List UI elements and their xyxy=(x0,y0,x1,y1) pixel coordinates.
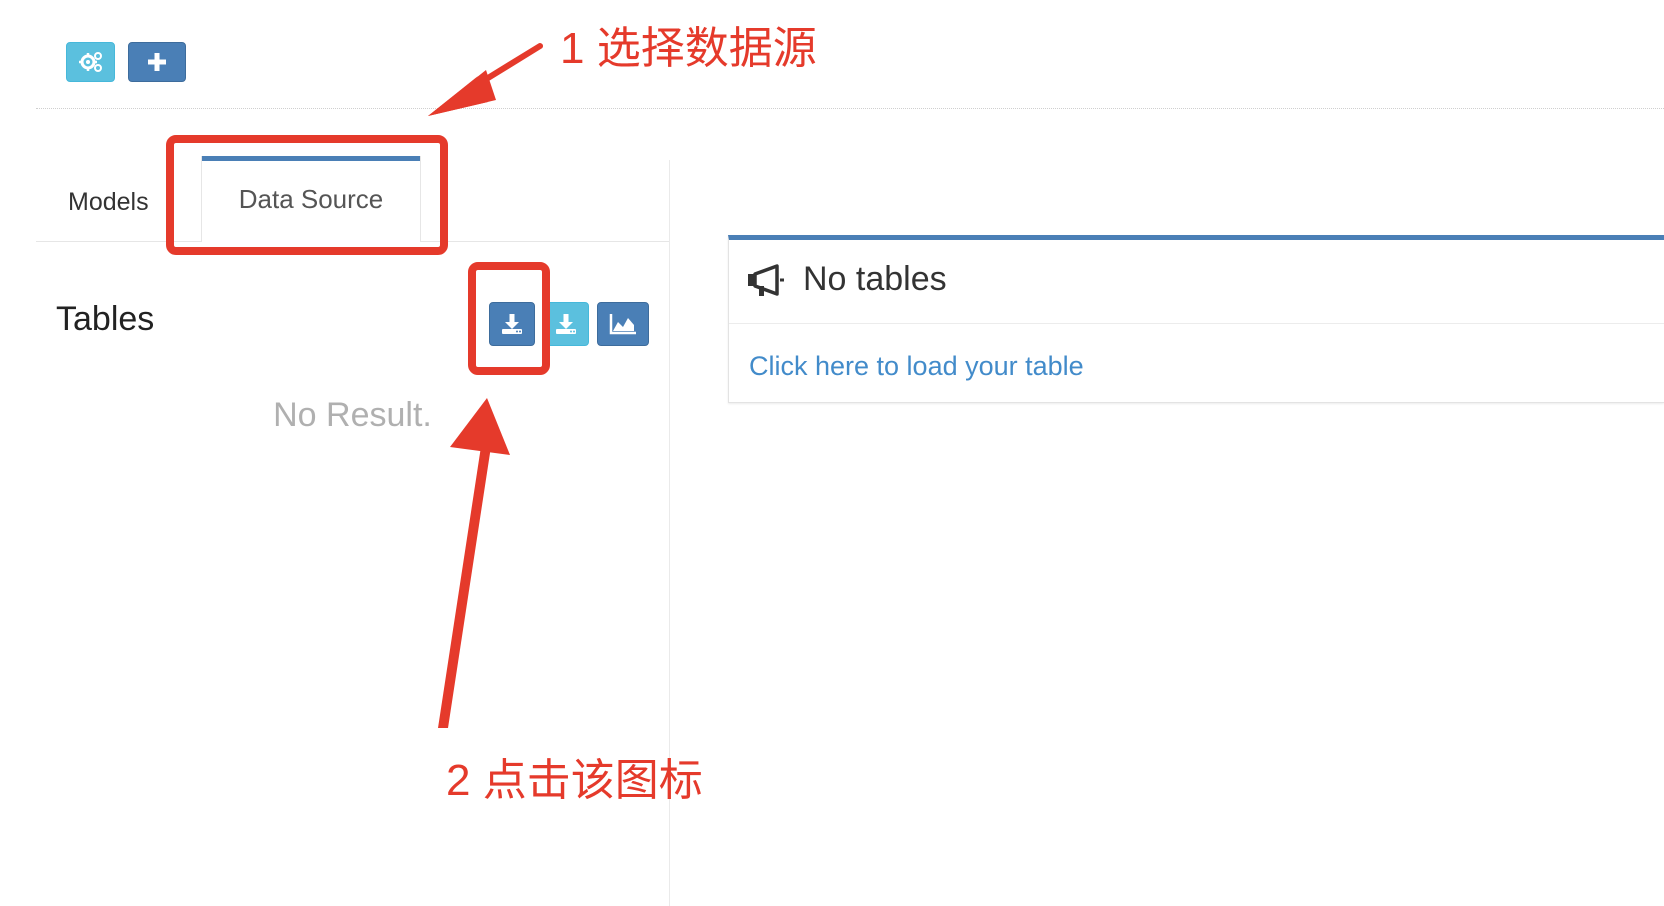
settings-button[interactable] xyxy=(66,42,115,82)
annotation-step-1: 1 选择数据源 xyxy=(560,24,817,73)
tab-models-label: Models xyxy=(68,187,149,216)
no-tables-panel: No tables Click here to load your table xyxy=(728,235,1664,403)
panel-header: No tables xyxy=(729,240,1664,324)
load-table-link[interactable]: Click here to load your table xyxy=(749,351,1084,382)
add-button[interactable] xyxy=(128,42,186,82)
download-icon xyxy=(556,314,576,334)
tables-title: Tables xyxy=(56,300,155,338)
plus-icon xyxy=(148,53,166,71)
annotation-frame-button xyxy=(468,262,550,375)
panel-title: No tables xyxy=(803,260,947,298)
gears-icon xyxy=(78,52,102,72)
megaphone-icon xyxy=(748,264,784,296)
top-divider xyxy=(36,108,1664,109)
annotation-arrow-1 xyxy=(428,43,543,116)
chart-button[interactable] xyxy=(597,302,649,346)
annotation-step-2: 2 点击该图标 xyxy=(446,756,703,805)
annotation-frame-tab xyxy=(166,135,448,255)
area-chart-icon xyxy=(609,314,636,335)
empty-result-text: No Result. xyxy=(273,396,432,434)
